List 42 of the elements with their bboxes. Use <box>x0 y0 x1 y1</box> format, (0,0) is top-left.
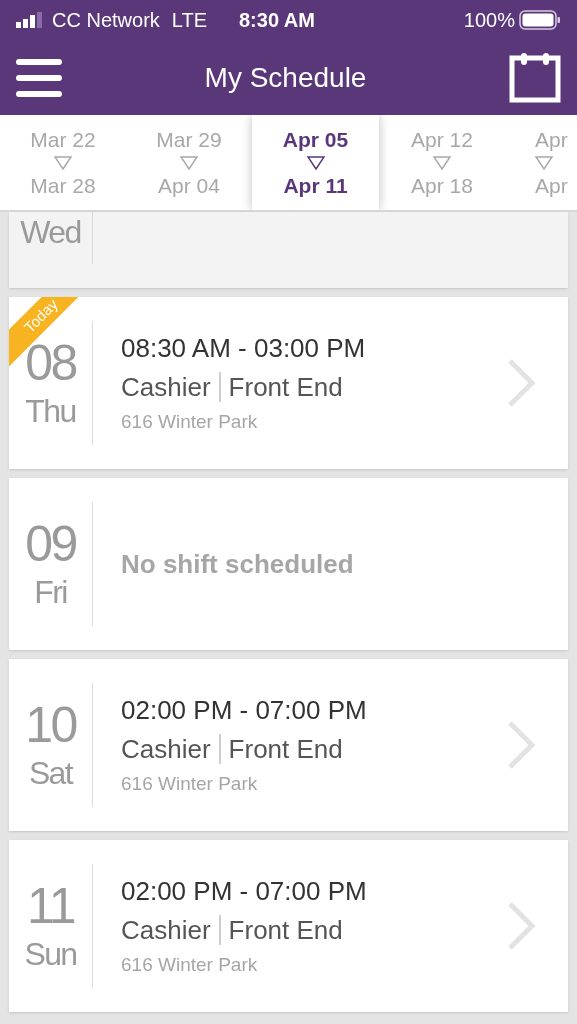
triangle-icon <box>535 155 553 170</box>
shift-role: Cashier <box>121 371 211 404</box>
weekday: Wed <box>20 213 81 252</box>
chevron-right-icon <box>506 900 536 952</box>
triangle-icon <box>54 155 72 170</box>
chevron-right-icon <box>506 719 536 771</box>
shift-time: 08:30 AM - 03:00 PM <box>121 332 367 365</box>
shift-location: 616 Winter Park <box>121 410 259 434</box>
calendar-icon[interactable] <box>509 51 561 104</box>
shift-department: Front End <box>228 733 343 766</box>
battery-icon <box>519 10 561 30</box>
day-number: 09 <box>25 516 76 572</box>
triangle-icon <box>306 155 325 170</box>
no-shift-text: No shift scheduled <box>121 547 354 581</box>
day-number: 10 <box>25 697 76 753</box>
network-type: LTE <box>171 8 207 33</box>
weekday: Thu <box>25 392 76 431</box>
weekday: Sun <box>24 935 77 974</box>
weekday: Sat <box>28 754 73 793</box>
week-tab[interactable]: Apr 05 Apr 11 <box>252 115 379 210</box>
triangle-icon <box>180 155 198 170</box>
weekday: Fri <box>34 573 67 612</box>
signal-icon <box>16 12 44 28</box>
shift-role: Cashier <box>121 733 211 766</box>
shift-time: 02:00 PM - 07:00 PM <box>121 875 368 908</box>
shift-role: Cashier <box>121 914 211 947</box>
triangle-icon <box>433 155 451 170</box>
day-number: 08 <box>25 335 76 391</box>
chevron-right-icon <box>506 357 536 409</box>
shift-department: Front End <box>228 371 343 404</box>
shift-time: 02:00 PM - 07:00 PM <box>121 694 368 727</box>
shift-card[interactable]: 10 Sat 02:00 PM - 07:00 PM Cashier Front End 616 Winter Park <box>9 659 568 831</box>
shift-department: Front End <box>228 914 343 947</box>
shift-location: 616 Winter Park <box>121 772 259 796</box>
menu-button[interactable] <box>16 57 62 98</box>
day-number: 11 <box>27 878 74 934</box>
page-title: My Schedule <box>204 60 367 95</box>
shift-card[interactable]: 11 Sun 02:00 PM - 07:00 PM Cashier Front End 616 Winter Park <box>9 840 568 1012</box>
clock: 8:30 AM <box>239 8 315 33</box>
battery-percent: 100% <box>463 8 515 33</box>
shift-location: 616 Winter Park <box>121 953 259 977</box>
carrier-name: CC Network <box>52 8 160 33</box>
